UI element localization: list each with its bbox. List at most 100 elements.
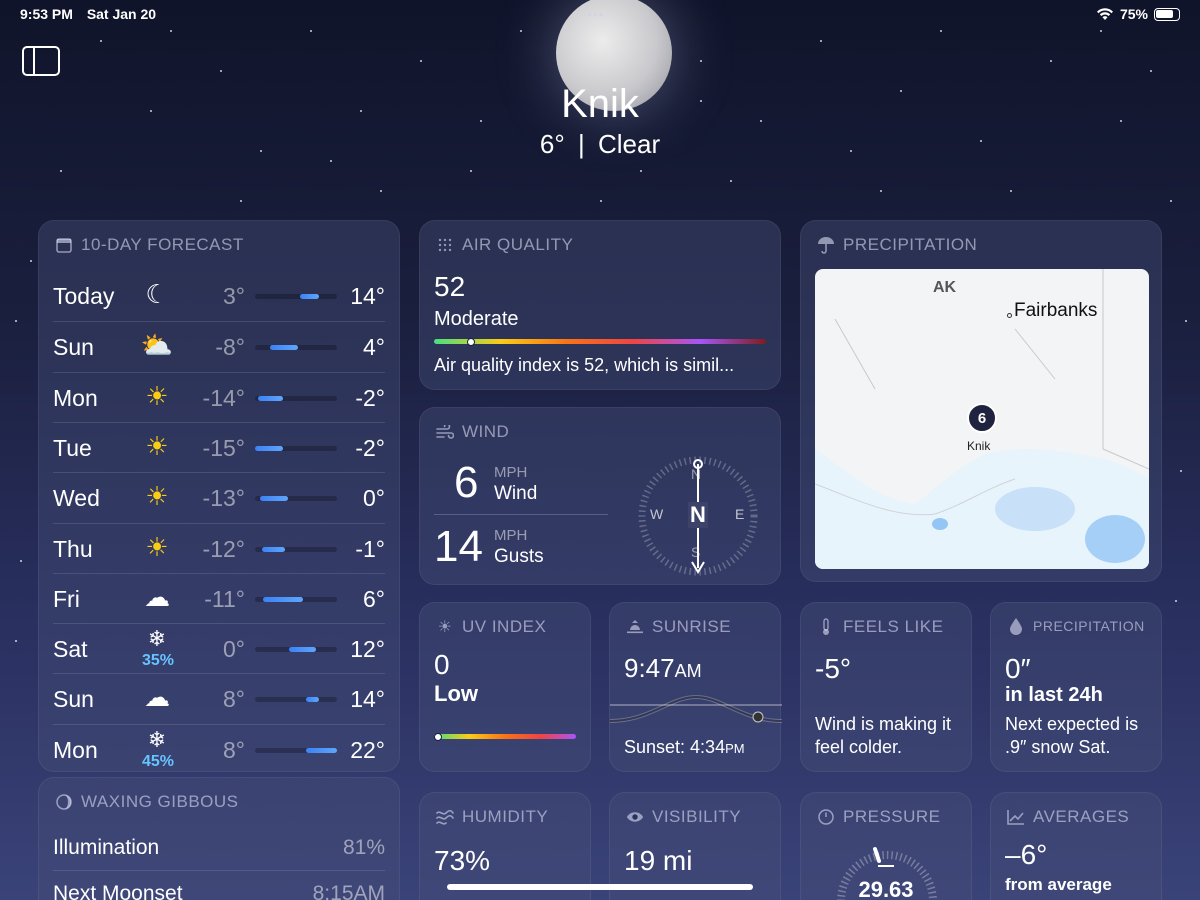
forecast-high: -2° <box>355 384 385 411</box>
star <box>60 170 62 172</box>
forecast-temp-range-bar <box>255 596 337 602</box>
forecast-low: 3° <box>223 283 245 309</box>
uv-indicator <box>434 732 442 741</box>
forecast-temp-range-fill <box>263 596 303 602</box>
forecast-row[interactable]: Mon ☀ -14° -2° <box>53 371 385 422</box>
air-quality-title: AIR QUALITY <box>436 235 573 255</box>
feels-like-card[interactable]: FEELS LIKE -5° Wind is making it feel co… <box>800 602 972 772</box>
precipitation-card[interactable]: PRECIPITATION 0″ in last 24h Next expect… <box>990 602 1162 772</box>
forecast-high: 22° <box>350 736 385 763</box>
forecast-row[interactable]: Fri ☁ -11° 6° <box>53 572 385 623</box>
moon-title: WAXING GIBBOUS <box>55 792 239 812</box>
forecast-day: Sun <box>53 334 94 361</box>
multitasking-dots-icon[interactable]: ••• <box>588 10 605 21</box>
star <box>20 560 22 562</box>
sun-icon: ☀ <box>145 481 169 512</box>
pressure-card[interactable]: PRESSURE 29.63 <box>800 792 972 900</box>
divider <box>434 514 608 515</box>
aqi-scale <box>434 337 766 346</box>
compass-n-label: N <box>691 466 702 482</box>
forecast-temp-range-bar <box>255 697 337 703</box>
star <box>820 40 822 42</box>
forecast-day: Tue <box>53 434 92 461</box>
forecast-low: -13° <box>202 485 245 512</box>
wind-direction: N <box>688 502 708 528</box>
sidebar-toggle-button[interactable] <box>22 46 60 76</box>
forecast-row[interactable]: Wed ☀ -13° 0° <box>53 472 385 522</box>
star <box>100 40 102 42</box>
status-time: 9:53 PM <box>20 6 73 22</box>
map-city-label: Fairbanks <box>1014 300 1098 321</box>
precipitation-title: PRECIPITATION <box>1007 617 1145 635</box>
sun-icon: ☀ <box>145 430 169 461</box>
uv-index-card[interactable]: ☀ UV INDEX 0 Low <box>419 602 591 772</box>
uv-title: ☀ UV INDEX <box>437 617 547 636</box>
star <box>380 190 382 192</box>
sunrise-icon <box>626 618 644 636</box>
aqi-indicator <box>466 337 475 346</box>
wind-card[interactable]: WIND 6 MPH Wind 14 MPH Gusts N S W E N <box>419 407 781 585</box>
star <box>1170 200 1172 202</box>
aqi-category: Moderate <box>434 308 519 330</box>
forecast-day: Sat <box>53 636 88 663</box>
precipitation-map[interactable]: AK Fairbanks 6 Knik <box>815 269 1149 569</box>
uv-scale <box>434 732 576 741</box>
moon-card[interactable]: WAXING GIBBOUS Illumination 81% Next Moo… <box>38 777 400 900</box>
forecast-card[interactable]: 10-DAY FORECAST Today ☾ 3° 14° Sun ⛅ -8° 4° Mon ☀… <box>38 220 400 772</box>
forecast-low: -12° <box>202 535 245 562</box>
calendar-icon <box>55 236 73 254</box>
forecast-row[interactable]: Mon ❄ 45% 8° 22° <box>53 723 385 774</box>
status-date: Sat Jan 20 <box>86 6 157 22</box>
forecast-temp-range-fill <box>269 345 298 351</box>
star <box>880 190 882 192</box>
forecast-high: 14° <box>350 686 385 713</box>
star <box>420 60 422 62</box>
averages-title: AVERAGES <box>1007 807 1129 827</box>
forecast-row[interactable]: Today ☾ 3° 14° <box>53 271 385 321</box>
gust-unit: MPH <box>494 527 528 544</box>
forecast-row[interactable]: Tue ☀ -15° -2° <box>53 421 385 472</box>
forecast-temp-range-bar <box>255 294 337 299</box>
forecast-title: 10-DAY FORECAST <box>55 235 244 255</box>
sun-small-icon: ☀ <box>437 619 453 636</box>
feels-like-value: -5° <box>815 653 852 684</box>
star <box>1175 600 1177 602</box>
map-city-dot <box>1007 313 1012 318</box>
forecast-low: -14° <box>202 384 245 411</box>
pressure-title: PRESSURE <box>817 807 941 827</box>
snowflake-icon: ❄ <box>147 726 167 752</box>
averages-card[interactable]: AVERAGES –6° from average <box>990 792 1162 900</box>
battery-percent: 75% <box>1119 6 1148 22</box>
air-quality-card[interactable]: AIR QUALITY 52 Moderate Air quality inde… <box>419 220 781 390</box>
sunrise-card[interactable]: SUNRISE 9:47AM Sunset: 4:34PM <box>609 602 782 772</box>
forecast-row[interactable]: Sun ⛅ -8° 4° <box>53 321 385 371</box>
gauge-icon <box>817 808 835 826</box>
uv-value: 0 <box>434 649 450 680</box>
compass-e-label: E <box>735 506 745 522</box>
moonset-row: Next Moonset 8:15AM <box>53 882 385 900</box>
wind-speed: 6 <box>454 458 479 507</box>
wifi-icon <box>1096 8 1113 20</box>
compass-w-label: W <box>650 506 664 522</box>
forecast-row[interactable]: Thu ☀ -12° -1° <box>53 522 385 573</box>
forecast-low: 0° <box>223 636 245 663</box>
forecast-low: -11° <box>204 585 245 612</box>
forecast-day: Wed <box>53 485 100 512</box>
forecast-low: -8° <box>215 334 245 361</box>
forecast-precip-chance: 35% <box>141 652 175 670</box>
forecast-row[interactable]: Sun ☁ 8° 14° <box>53 673 385 723</box>
forecast-temp-range-bar <box>255 395 337 401</box>
star <box>15 320 17 322</box>
forecast-temp-range-fill <box>259 496 288 502</box>
precipitation-map-title: PRECIPITATION <box>817 235 977 255</box>
aqi-description: Air quality index is 52, which is simil.… <box>434 355 735 375</box>
current-temp: 6° <box>539 129 565 159</box>
map-location-pin[interactable]: 6 <box>967 403 997 433</box>
star <box>220 70 222 72</box>
star <box>1185 320 1187 322</box>
precipitation-value: 0″ <box>1005 653 1031 684</box>
forecast-temp-range-bar <box>255 647 337 653</box>
home-indicator[interactable] <box>447 884 753 890</box>
precipitation-map-card[interactable]: PRECIPITATION AK Fairbanks 6 Knik <box>800 220 1162 582</box>
forecast-row[interactable]: Sat ❄ 35% 0° 12° <box>53 623 385 673</box>
